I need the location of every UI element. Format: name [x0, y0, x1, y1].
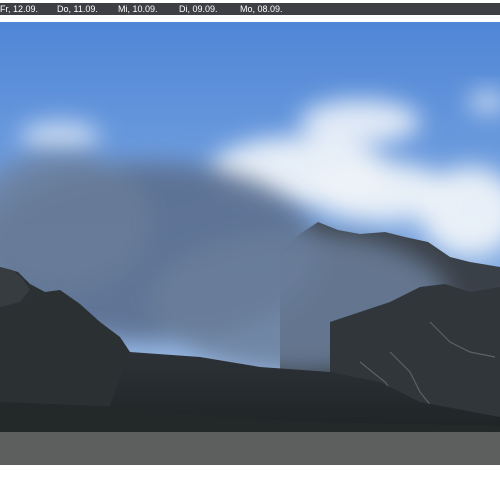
date-tab-bar: Fr, 12.09. Do, 11.09. Mi, 10.09. Di, 09.…	[0, 3, 500, 15]
bottom-bar	[0, 432, 500, 465]
date-tab-fri[interactable]: Fr, 12.09.	[0, 3, 38, 15]
date-tab-wed[interactable]: Mi, 10.09.	[118, 3, 158, 15]
date-tab-mon[interactable]: Mo, 08.09.	[240, 3, 283, 15]
webcam-photo	[0, 22, 500, 432]
date-tab-thu[interactable]: Do, 11.09.	[57, 3, 98, 15]
date-tab-tue[interactable]: Di, 09.09.	[179, 3, 218, 15]
webcam-image[interactable]	[0, 22, 500, 432]
